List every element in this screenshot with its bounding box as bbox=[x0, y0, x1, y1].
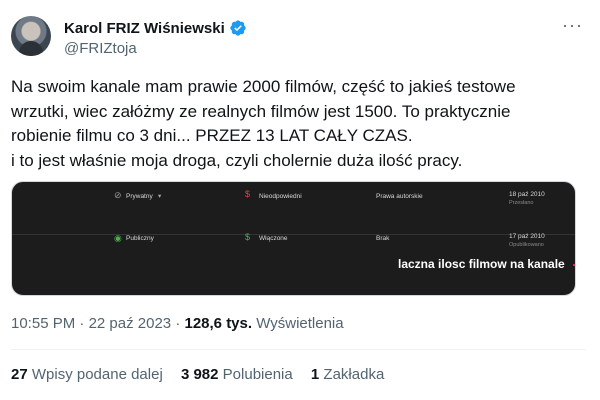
tweet-text: Na swoim kanale mam prawie 2000 filmów, … bbox=[11, 75, 586, 173]
tweet-meta: 10:55 PM · 22 paź 2023 · 128,6 tys. Wyśw… bbox=[11, 315, 344, 332]
post-date[interactable]: 22 paź 2023 bbox=[89, 315, 172, 332]
date-sub-label: Opublikowano bbox=[509, 242, 544, 248]
overlay-accent bbox=[573, 264, 575, 266]
eye-icon: ◉ bbox=[114, 233, 122, 243]
monetization-label: Włączone bbox=[259, 235, 288, 242]
reposts-stat[interactable]: 27 Wpisy podane dalej bbox=[11, 366, 163, 383]
overlay-caption: laczna ilosc filmow na kanale bbox=[398, 257, 565, 271]
bookmarks-stat[interactable]: 1 Zakładka bbox=[311, 366, 384, 383]
views-count: 128,6 tys. bbox=[184, 315, 253, 332]
meta-separator: · bbox=[79, 315, 85, 332]
reposts-count: 27 bbox=[11, 366, 28, 383]
tweet-card: Karol FRIZ Wiśniewski @FRIZtoja ··· Na s… bbox=[0, 0, 600, 400]
attached-image[interactable]: ⊘ Prywatny ▾ $ Nieodpowiedni Prawa autor… bbox=[11, 181, 576, 296]
date-sub-label: Przesłano bbox=[509, 200, 534, 206]
author-handle[interactable]: @FRIZtoja bbox=[64, 40, 137, 57]
dollar-off-icon: $ bbox=[245, 189, 251, 199]
views-label: Wyświetlenia bbox=[256, 315, 344, 332]
bookmarks-label: Zakładka bbox=[323, 366, 385, 383]
meta-separator: · bbox=[175, 315, 181, 332]
date-label: 17 paź 2010 bbox=[509, 233, 545, 240]
verified-badge-icon[interactable] bbox=[229, 19, 247, 37]
eye-off-icon: ⊘ bbox=[114, 190, 122, 200]
monetization-label: Nieodpowiedni bbox=[259, 193, 302, 200]
bookmarks-count: 1 bbox=[310, 366, 320, 383]
author-name-row: Karol FRIZ Wiśniewski bbox=[64, 18, 247, 38]
likes-stat[interactable]: 3 982 Polubienia bbox=[181, 366, 293, 383]
date-label: 18 paź 2010 bbox=[509, 191, 545, 198]
tweet-line: Na swoim kanale mam prawie 2000 filmów, … bbox=[11, 77, 516, 96]
restriction-label: Brak bbox=[376, 235, 390, 242]
engagement-stats: 27 Wpisy podane dalej 3 982 Polubienia 1… bbox=[11, 366, 398, 383]
visibility-label: Prywatny bbox=[126, 193, 153, 200]
tweet-line: wrzutki, wiec załóżmy ze realnych filmów… bbox=[11, 101, 511, 121]
tweet-line: robienie filmu co 3 dni... PRZEZ 13 LAT … bbox=[11, 126, 413, 145]
avatar[interactable] bbox=[11, 16, 51, 56]
divider bbox=[11, 349, 586, 350]
restriction-label: Prawa autorskie bbox=[376, 193, 423, 200]
post-time[interactable]: 10:55 PM bbox=[11, 315, 75, 332]
media-row: ⊘ Prywatny ▾ $ Nieodpowiedni Prawa autor… bbox=[12, 182, 575, 234]
likes-label: Polubienia bbox=[222, 366, 293, 383]
more-options-icon[interactable]: ··· bbox=[562, 16, 583, 34]
reposts-label: Wpisy podane dalej bbox=[31, 366, 163, 383]
dollar-icon: $ bbox=[245, 232, 251, 242]
author-display-name[interactable]: Karol FRIZ Wiśniewski bbox=[64, 20, 225, 37]
likes-count: 3 982 bbox=[180, 366, 219, 383]
chevron-down-icon: ▾ bbox=[158, 193, 162, 200]
tweet-line: i to jest właśnie moja droga, czyli chol… bbox=[11, 150, 463, 170]
visibility-label: Publiczny bbox=[126, 235, 154, 242]
